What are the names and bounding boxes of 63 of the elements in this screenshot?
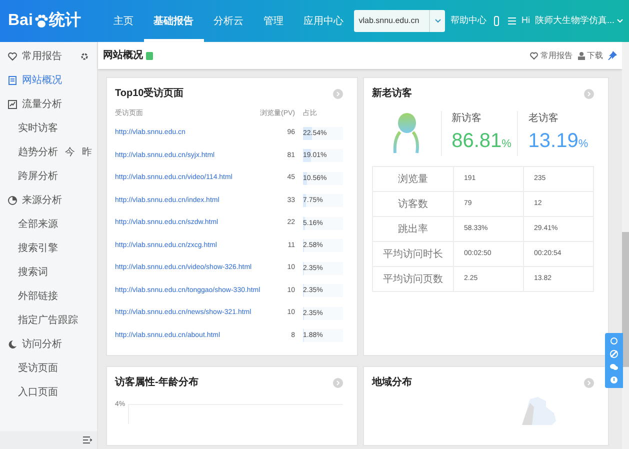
card-title: 访客属性-年龄分布 [115, 375, 198, 390]
site-selector[interactable]: vlab.snnu.edu.cn [354, 10, 446, 32]
stat-label: 老访客 [528, 112, 560, 126]
sidebar-item[interactable]: 趋势分析 [18, 145, 58, 160]
sidebar-item[interactable]: 实时访客 [18, 121, 58, 136]
pin-icon[interactable] [608, 51, 617, 60]
nav-tab[interactable]: 管理 [254, 0, 294, 42]
stat-value: 86.81% [452, 129, 512, 154]
caret-icon [434, 19, 441, 23]
sidebar-section[interactable]: 来源分析 [0, 188, 97, 212]
collapse-icon[interactable] [83, 436, 92, 444]
pie-icon [8, 196, 17, 205]
sidebar-item[interactable]: 常用报告 [0, 44, 97, 68]
nav-tab[interactable]: 分析云 [204, 0, 254, 42]
arrow-right-icon[interactable] [333, 378, 343, 388]
person-drawing [393, 112, 420, 154]
menu-icon[interactable] [508, 17, 516, 25]
sidebar-tag[interactable]: 今 [65, 145, 75, 160]
header-action[interactable]: 下载 [587, 50, 603, 62]
chat-icon[interactable] [610, 363, 618, 371]
sidebar-item[interactable]: 网站概况 [0, 68, 97, 92]
logo-text: 统计 [48, 10, 81, 31]
scroll-thumb[interactable] [622, 232, 629, 367]
sidebar-section[interactable]: 流量分析 [0, 92, 97, 116]
arrow-right-icon[interactable] [584, 378, 594, 388]
header-action[interactable]: 常用报告 [540, 50, 572, 62]
phone-icon[interactable] [494, 16, 500, 26]
sidebar-item[interactable]: 指定广告跟踪 [18, 313, 78, 328]
page-title: 网站概况 [103, 48, 143, 63]
sidebar-item[interactable]: 搜索词 [18, 265, 48, 280]
table-cell: 平均访问页数 [372, 266, 454, 292]
table-cell: 浏览量 [372, 166, 454, 192]
heart-icon [8, 52, 17, 61]
table-cell: 跳出率 [372, 216, 454, 242]
card-title: 地域分布 [372, 376, 412, 390]
moon-icon [8, 340, 17, 349]
card-title: Top10受访页面 [115, 86, 184, 101]
table-cell: 访客数 [372, 192, 454, 216]
sidebar-item[interactable]: 全部来源 [18, 217, 58, 232]
stat-label: 新访客 [452, 112, 483, 126]
sidebar-item[interactable]: 跨屏分析 [18, 169, 58, 184]
logo-text: Bai [8, 11, 33, 31]
sidebar-item[interactable]: 受访页面 [18, 361, 58, 376]
sidebar-tag[interactable]: 昨 [82, 145, 92, 160]
arrow-right-icon[interactable] [584, 88, 594, 98]
sidebar-item[interactable]: 入口页面 [18, 385, 58, 400]
sidebar-item[interactable]: 外部链接 [18, 289, 58, 304]
document-icon [8, 76, 17, 85]
stat-value: 13.19% [528, 129, 590, 154]
arrow-right-icon[interactable] [333, 88, 343, 98]
nav-tab[interactable]: 主页 [104, 0, 144, 42]
caret-icon[interactable] [617, 19, 623, 23]
person-icon [578, 52, 584, 60]
table-cell: 平均访问时长 [372, 242, 454, 266]
card-title: 新老访客 [372, 86, 412, 101]
settings-icon[interactable] [80, 52, 89, 61]
sidebar-section[interactable]: 访问分析 [0, 332, 97, 356]
tag-icon [146, 52, 152, 60]
info-icon[interactable] [610, 376, 618, 384]
heart-icon [530, 52, 538, 60]
chart-icon [8, 100, 17, 109]
sidebar-item[interactable]: 搜索引擎 [18, 241, 58, 256]
paw-icon [34, 14, 48, 28]
